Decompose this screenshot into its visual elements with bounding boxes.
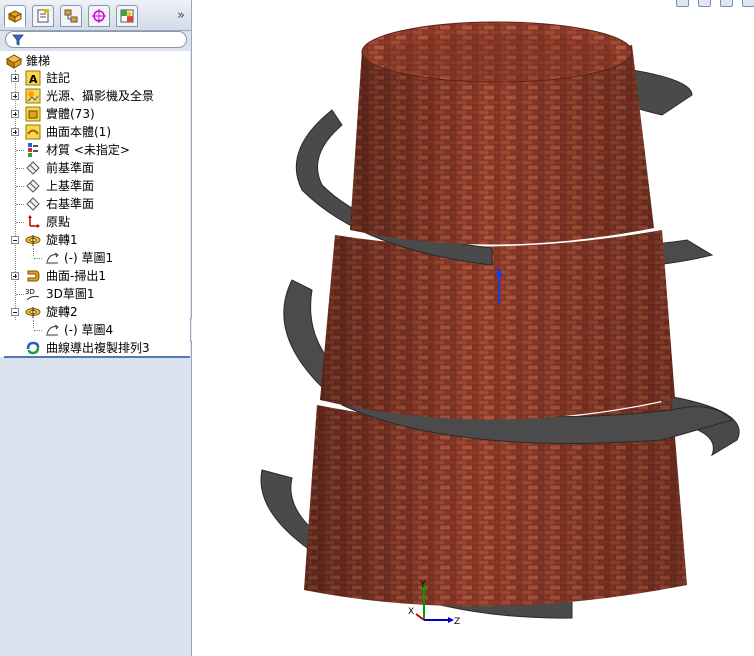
tree-item-label: 3D草圖1	[46, 287, 95, 301]
featuremanager-panel: » 錐梯 A 註記 光源、攝影機及全景 實體(73) 曲面本體(1) 材質 <未…	[0, 0, 192, 656]
triad-x-label: X	[408, 607, 414, 617]
tree-item-right-plane[interactable]: 右基準面	[0, 195, 190, 213]
plane-icon	[26, 179, 40, 193]
filter-icon	[12, 34, 24, 46]
expand-toggle[interactable]	[11, 110, 19, 118]
tree-item-label: 曲線導出複製排列3	[46, 341, 150, 355]
featuremanager-tab-icon	[7, 10, 23, 23]
revolve-icon	[25, 235, 41, 246]
tree-item-revolve2[interactable]: 旋轉2	[0, 303, 190, 321]
tree-item-sketch4[interactable]: (-) 草圖4	[0, 321, 190, 339]
tree-item-label: 上基準面	[46, 179, 95, 193]
tower-tier-top	[350, 21, 654, 245]
feature-filter-input[interactable]	[5, 31, 187, 48]
tree-item-label: (-) 草圖4	[64, 323, 114, 337]
configurationmanager-tab-icon	[64, 9, 78, 23]
sketch-icon	[46, 324, 59, 336]
tree-root[interactable]: 錐梯	[0, 52, 190, 70]
expand-panel-button[interactable]: »	[177, 8, 185, 23]
part-icon	[6, 54, 22, 69]
lights-cameras-icon	[25, 88, 41, 104]
tree-item-solid-bodies[interactable]: 實體(73)	[0, 105, 190, 123]
tab-display[interactable]	[116, 5, 138, 27]
triad-z-label: Z	[454, 617, 460, 627]
surface-bodies-icon	[25, 124, 41, 140]
tree-item-label: 右基準面	[46, 197, 95, 211]
tree-item-label: 前基準面	[46, 161, 95, 175]
material-icon	[28, 143, 38, 157]
tree-item-label: 旋轉1	[46, 233, 78, 247]
rollback-bar[interactable]	[4, 356, 190, 358]
propertymanager-tab-icon	[37, 9, 49, 23]
expand-toggle[interactable]	[11, 74, 19, 82]
tab-dimxpert[interactable]	[88, 5, 110, 27]
tree-item-surface-bodies[interactable]: 曲面本體(1)	[0, 123, 190, 141]
tree-item-label: (-) 草圖1	[64, 251, 114, 265]
annotations-icon: A	[25, 70, 41, 86]
tree-item-top-plane[interactable]: 上基準面	[0, 177, 190, 195]
tab-configurationmanager[interactable]	[60, 5, 82, 27]
curve-pattern-icon	[26, 341, 40, 355]
plane-icon	[26, 197, 40, 211]
tree-item-curve-pattern3[interactable]: 曲線導出複製排列3	[0, 339, 190, 357]
dimxpert-tab-icon	[92, 9, 106, 23]
svg-text:3D: 3D	[25, 288, 35, 296]
expand-toggle[interactable]	[11, 128, 19, 136]
manager-tabs: »	[0, 0, 191, 31]
tree-item-label: 光源、攝影機及全景	[46, 89, 155, 103]
tower-tier-middle	[320, 230, 675, 420]
surface-sweep-icon	[27, 270, 40, 282]
reference-triad: Y Z X	[408, 580, 460, 627]
triad-y-label: Y	[419, 580, 426, 590]
tree-item-revolve1[interactable]: 旋轉1	[0, 231, 190, 249]
svg-text:A: A	[29, 73, 38, 86]
revolve-icon	[25, 307, 41, 318]
tree-item-label: 曲面本體(1)	[46, 125, 111, 139]
collapse-toggle[interactable]	[11, 236, 19, 244]
expand-toggle[interactable]	[11, 92, 19, 100]
3d-sketch-icon: 3D	[25, 288, 40, 301]
tree-item-label: 實體(73)	[46, 107, 95, 121]
tree-item-label: 曲面-掃出1	[46, 269, 106, 283]
graphics-viewport[interactable]: Y Z X	[192, 0, 754, 656]
tree-root-label: 錐梯	[26, 54, 51, 68]
model-render	[260, 21, 740, 619]
collapse-toggle[interactable]	[11, 308, 19, 316]
tree-item-material[interactable]: 材質 <未指定>	[0, 141, 190, 159]
sketch-icon	[46, 252, 59, 264]
tree-item-sketch1[interactable]: (-) 草圖1	[0, 249, 190, 267]
tab-featuremanager[interactable]	[4, 5, 26, 27]
origin-icon	[28, 215, 40, 228]
tree-item-origin[interactable]: 原點	[0, 213, 190, 231]
tree-item-3dsketch1[interactable]: 3D 3D草圖1	[0, 285, 190, 303]
tree-item-label: 材質 <未指定>	[46, 143, 130, 157]
tree-item-annotations[interactable]: A 註記	[0, 69, 190, 87]
expand-toggle[interactable]	[11, 272, 19, 280]
tree-item-label: 註記	[46, 71, 71, 85]
tree-item-surface-sweep1[interactable]: 曲面-掃出1	[0, 267, 190, 285]
feature-tree: 錐梯 A 註記 光源、攝影機及全景 實體(73) 曲面本體(1) 材質 <未指定	[0, 51, 190, 357]
display-manager-tab-icon	[120, 9, 134, 23]
solid-bodies-icon	[25, 106, 41, 122]
tree-item-lights-cameras[interactable]: 光源、攝影機及全景	[0, 87, 190, 105]
tree-item-label: 原點	[46, 215, 71, 229]
tab-propertymanager[interactable]	[32, 5, 54, 27]
plane-icon	[26, 161, 40, 175]
tree-item-front-plane[interactable]: 前基準面	[0, 159, 190, 177]
tree-item-label: 旋轉2	[46, 305, 78, 319]
